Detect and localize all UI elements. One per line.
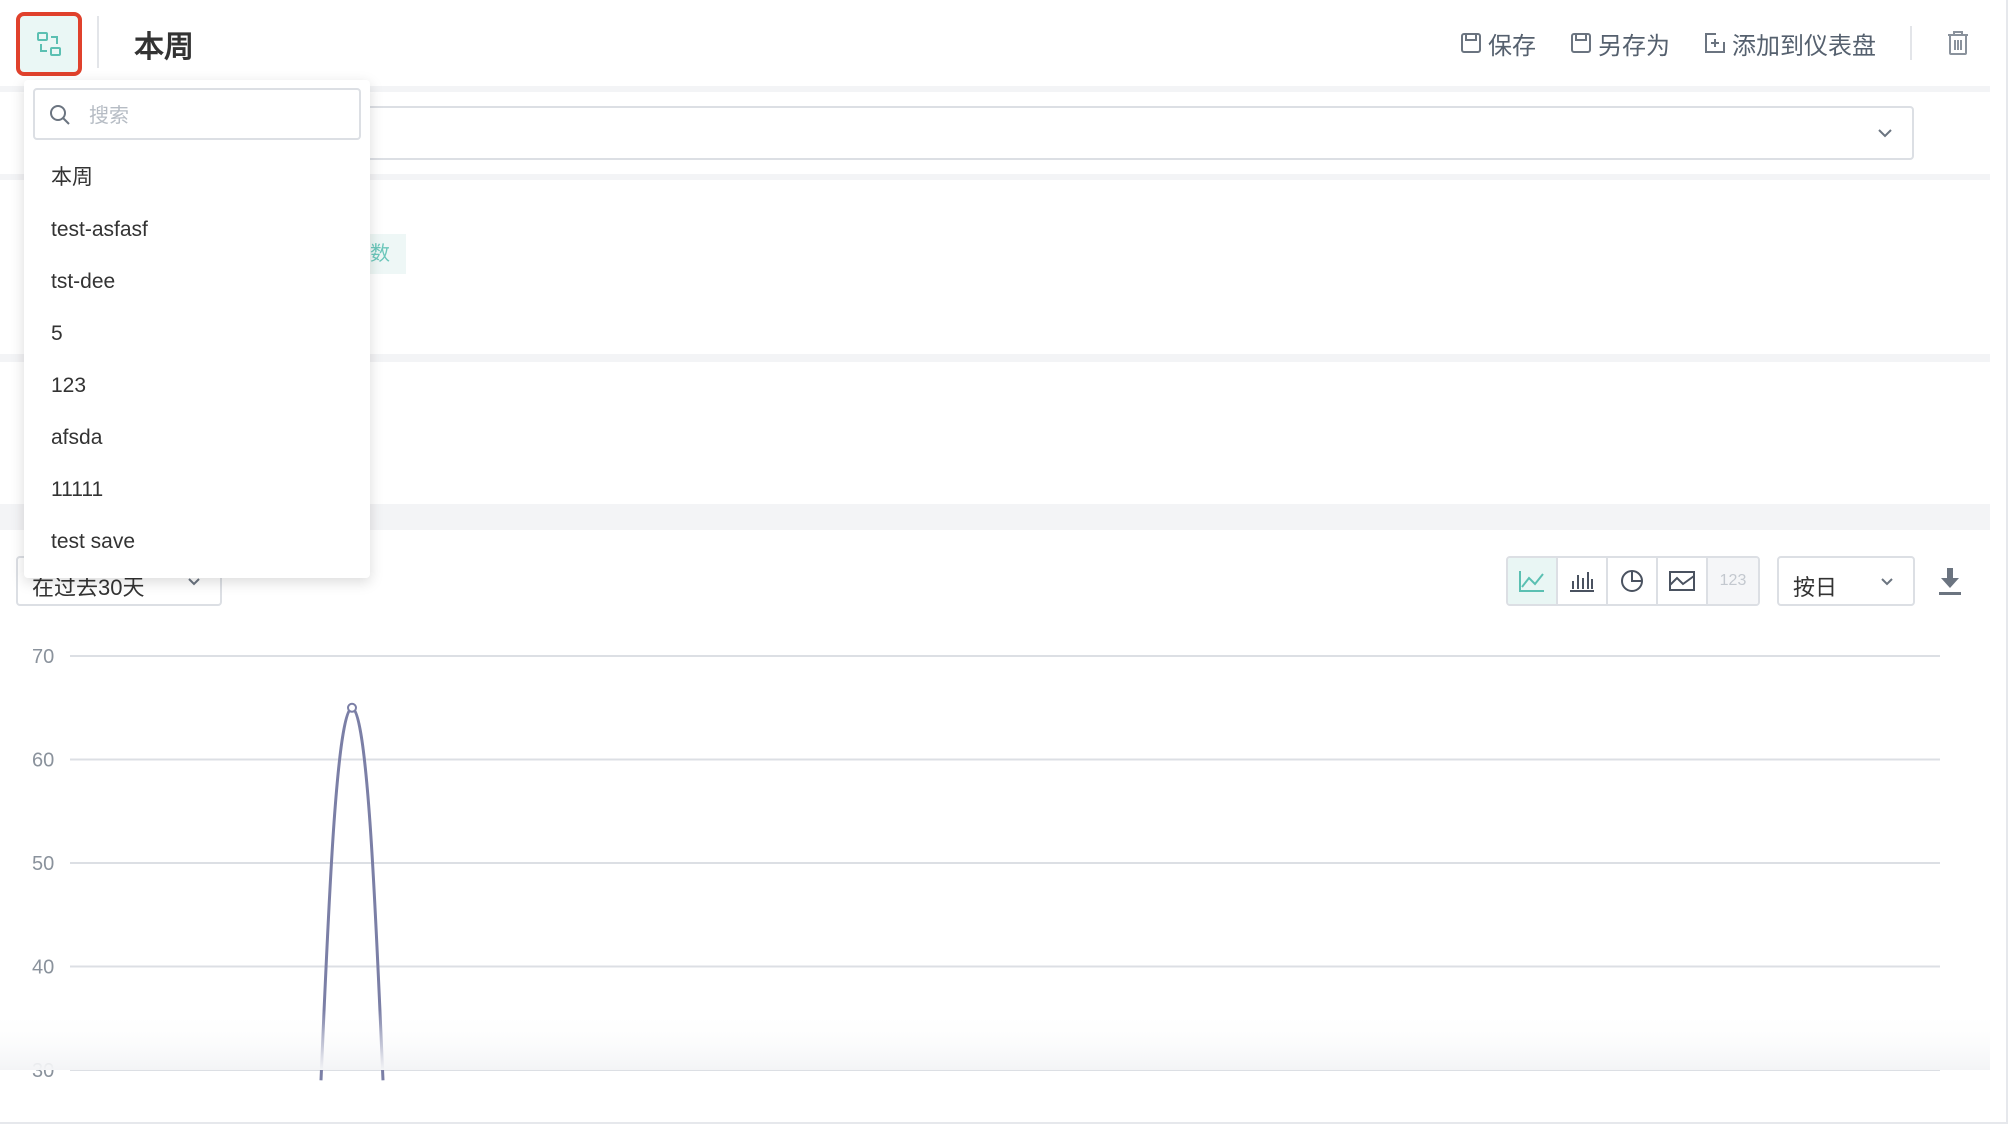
report-item[interactable]: test save [24,516,370,568]
page-title: 本周 [134,31,194,64]
toolbar-divider [1910,26,1912,60]
y-tick-label: 60 [32,750,54,772]
header-divider [97,16,99,68]
save-as-button[interactable]: 另存为 [1570,26,1670,61]
y-tick-label: 70 [32,646,54,668]
report-item[interactable]: afsda [24,412,370,464]
report-switch-dropdown: 本周 test-asfasf tst-dee 5 123 afsda 11111… [24,80,370,578]
number-chart-button[interactable]: 123 [1708,558,1758,604]
save-button[interactable]: 保存 [1460,26,1536,61]
switch-report-button[interactable] [16,12,82,76]
data-point[interactable] [347,702,357,713]
report-item[interactable]: 123 [24,360,370,412]
chart-type-switcher: 123 [1506,556,1760,606]
report-item[interactable]: 11111 [24,464,370,516]
report-item[interactable]: tst-dee [24,256,370,308]
download-button[interactable] [1938,566,1962,601]
header: 本周 保存 另存为 添加到仪表盘 [0,0,1990,86]
add-dashboard-icon [1705,33,1725,53]
number-chart-label: 123 [1719,572,1747,589]
line-chart-icon [1519,571,1544,592]
add-dashboard-label: 添加到仪表盘 [1732,32,1876,60]
header-toolbar: 保存 另存为 添加到仪表盘 [1426,20,1970,66]
event-select[interactable] [300,106,1914,160]
pie-chart-icon [1621,570,1643,592]
report-item[interactable]: 本周 [24,152,370,204]
line-chart: 7060504030 [0,646,1990,1082]
chart-bottom-fade [0,1010,1990,1070]
granularity-select[interactable]: 按日 [1777,556,1915,606]
add-to-dashboard-button[interactable]: 添加到仪表盘 [1704,26,1876,61]
granularity-label: 按日 [1793,575,1838,600]
save-icon [1461,33,1481,53]
report-page: 本周 保存 另存为 添加到仪表盘 数 在过去30天 123 按日 70 60 5… [0,0,2008,1124]
dropdown-search [33,88,361,140]
trash-icon [1948,31,1968,55]
search-input[interactable] [87,98,351,134]
metric-tag-label: 数 [370,243,390,265]
report-item[interactable]: 5 [24,308,370,360]
report-list: 本周 test-asfasf tst-dee 5 123 afsda 11111… [24,152,370,568]
bar-chart-icon [1570,572,1594,592]
search-icon [50,105,70,125]
save-as-icon [1571,33,1591,53]
chevron-down-icon [1878,129,1892,138]
area-chart-icon [1669,571,1695,591]
save-label: 保存 [1488,32,1536,60]
line-chart-button[interactable] [1508,558,1558,604]
download-icon [1939,568,1961,595]
chevron-down-icon [1881,578,1893,586]
y-tick-label: 40 [32,957,54,979]
bar-chart-button[interactable] [1558,558,1608,604]
report-item[interactable]: test-asfasf [24,204,370,256]
area-chart-button[interactable] [1658,558,1708,604]
pie-chart-button[interactable] [1608,558,1658,604]
delete-button[interactable] [1946,30,1970,56]
switch-icon [37,32,61,56]
save-as-label: 另存为 [1598,32,1670,60]
y-tick-label: 50 [32,853,54,875]
